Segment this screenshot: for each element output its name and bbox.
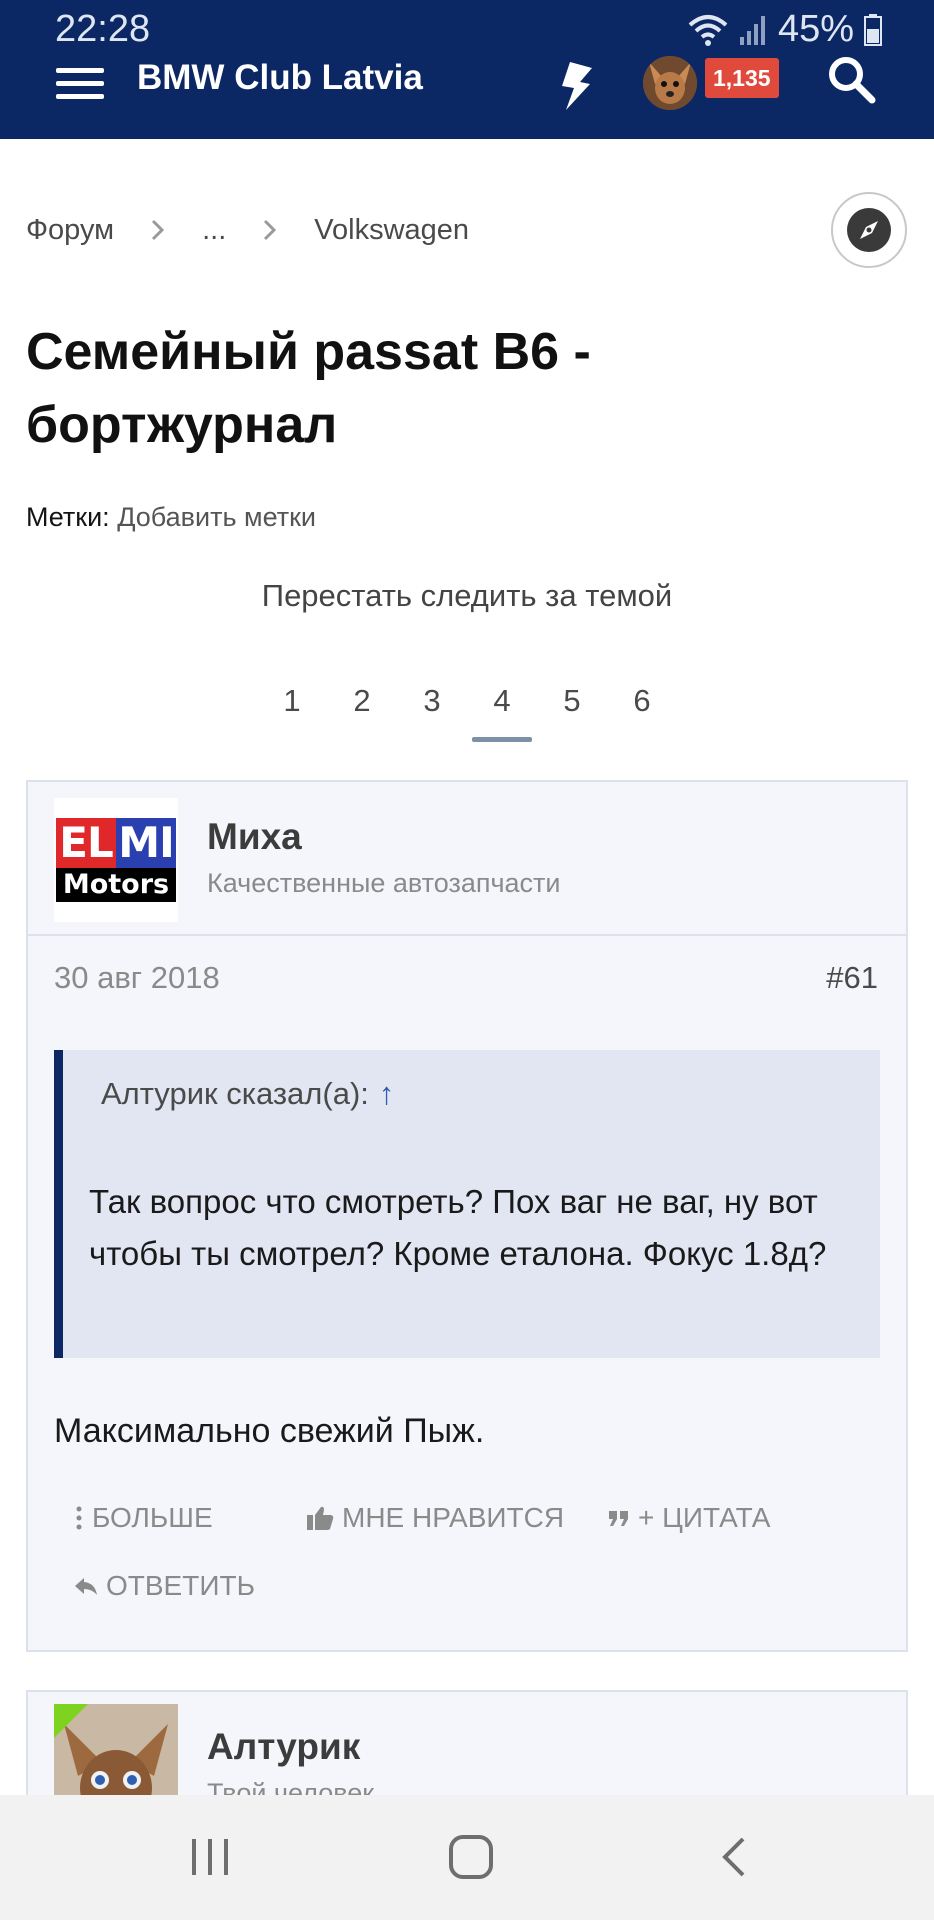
elmi-logo: EL MI: [56, 818, 176, 868]
reply-button[interactable]: ОТВЕТИТЬ: [74, 1570, 255, 1602]
page-link-4-current[interactable]: 4: [467, 678, 537, 742]
menu-icon[interactable]: [56, 64, 104, 104]
post: EL MI Motors Миxa Качественные автозапча…: [26, 780, 908, 1652]
logo-mi: MI: [116, 818, 176, 868]
more-label: БОЛЬШЕ: [92, 1502, 213, 1533]
battery-percent: 45%: [777, 8, 854, 50]
chevron-right-icon: [150, 218, 166, 242]
page-link-5[interactable]: 5: [537, 678, 607, 742]
dog-avatar-image: [643, 56, 697, 110]
app-bar: 22:28 45% BMW Club Latvia 1,135: [0, 0, 934, 139]
like-button[interactable]: МНЕ НРАВИТСЯ: [306, 1502, 564, 1534]
post-date[interactable]: 30 авг 2018: [54, 960, 220, 996]
arrow-up-icon[interactable]: ↑: [379, 1076, 395, 1111]
status-time: 22:28: [55, 8, 151, 50]
notification-badge[interactable]: 1,135: [705, 58, 779, 98]
page-link-3[interactable]: 3: [397, 678, 467, 742]
pagination: 1 2 3 4 5 6: [0, 678, 934, 742]
post-number[interactable]: #61: [826, 960, 878, 996]
post-body: Максимально свежий Пыж.: [54, 1412, 485, 1450]
page-link-1[interactable]: 1: [257, 678, 327, 742]
lightning-icon[interactable]: [556, 60, 596, 112]
logo-motors: Motors: [56, 868, 176, 902]
recent-apps-icon[interactable]: [180, 1829, 240, 1885]
reply-label: ОТВЕТИТЬ: [106, 1570, 255, 1601]
page-link-2[interactable]: 2: [327, 678, 397, 742]
more-vertical-icon: [76, 1506, 82, 1530]
more-button[interactable]: БОЛЬШЕ: [74, 1502, 213, 1534]
user-avatar[interactable]: [643, 56, 697, 110]
logo-el: EL: [56, 818, 116, 868]
status-icons: 45%: [688, 8, 882, 51]
system-navigation-bar: [0, 1795, 934, 1920]
back-icon[interactable]: [704, 1829, 764, 1885]
author-user-title: Качественные автозапчасти: [207, 868, 561, 898]
page-title: Семейный passat B6 - бортжурнал: [26, 323, 591, 454]
author-avatar[interactable]: EL MI Motors: [54, 798, 178, 922]
wifi-icon: [688, 14, 728, 46]
chevron-right-icon: [262, 218, 278, 242]
reply-icon: [75, 1578, 97, 1595]
post-header: EL MI Motors Миxa Качественные автозапча…: [28, 782, 906, 936]
tags-row: Метки: Добавить метки: [26, 502, 316, 533]
breadcrumb-item-volkswagen[interactable]: Volkswagen: [314, 214, 469, 247]
breadcrumb: Форум ... Volkswagen: [26, 208, 469, 252]
home-icon[interactable]: [441, 1829, 501, 1885]
jump-to-button[interactable]: [831, 192, 907, 268]
thumbs-up-icon: [307, 1506, 334, 1530]
breadcrumb-item-ellipsis[interactable]: ...: [202, 214, 226, 247]
quote-author: Алтурик сказал(а):: [101, 1076, 369, 1111]
quote-attribution: Алтурик сказал(а): ↑: [101, 1076, 394, 1112]
compass-icon: [847, 208, 891, 252]
like-label: МНЕ НРАВИТСЯ: [342, 1502, 565, 1533]
search-icon[interactable]: [824, 54, 878, 108]
author-name[interactable]: Миxa: [207, 816, 302, 858]
site-title[interactable]: BMW Club Latvia: [137, 58, 423, 98]
signal-icon: [739, 15, 765, 45]
author-name[interactable]: Алтурик: [207, 1726, 360, 1768]
quote-block: Алтурик сказал(а): ↑ Так вопрос что смотр…: [54, 1050, 880, 1358]
online-indicator: [54, 1704, 88, 1738]
unwatch-thread-button[interactable]: Перестать следить за темой: [0, 578, 934, 614]
quote-button[interactable]: + ЦИТАТА: [608, 1502, 770, 1534]
breadcrumb-item-forum[interactable]: Форум: [26, 214, 114, 247]
quote-label: + ЦИТАТА: [638, 1502, 771, 1533]
nav-row: BMW Club Latvia 1,135: [0, 50, 934, 130]
battery-icon: [864, 13, 882, 46]
page-link-6[interactable]: 6: [607, 678, 677, 742]
add-tags-link[interactable]: Добавить метки: [117, 502, 316, 532]
tags-label: Метки:: [26, 502, 110, 532]
quote-icon: [609, 1511, 628, 1526]
quote-text: Так вопрос что смотреть? Пох ваг не ваг,…: [89, 1183, 827, 1272]
